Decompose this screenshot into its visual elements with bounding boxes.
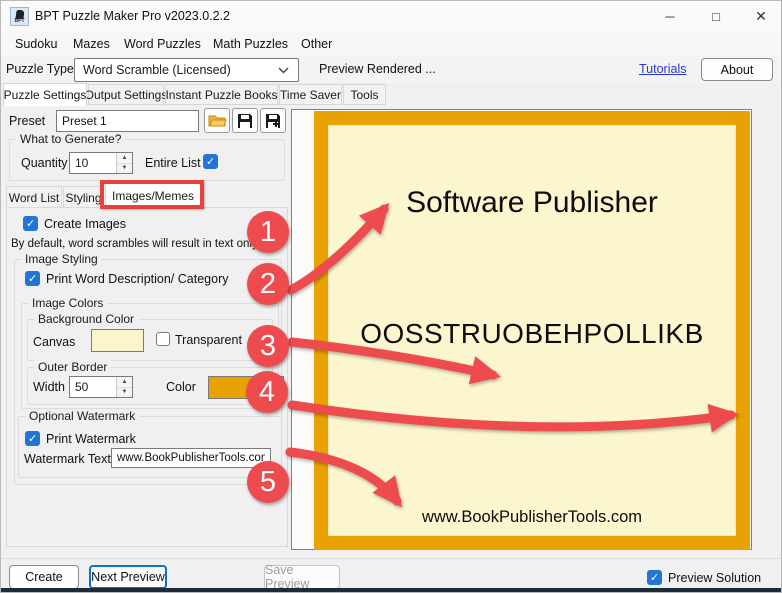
tutorials-link[interactable]: Tutorials: [639, 62, 686, 76]
tab-word-list[interactable]: Word List: [6, 186, 62, 209]
annotation-circle-3: 3: [247, 325, 289, 367]
image-styling-title: Image Styling: [21, 252, 102, 266]
optional-watermark-title: Optional Watermark: [25, 409, 139, 423]
tab-instant-puzzle-books[interactable]: Instant Puzzle Books: [165, 84, 278, 105]
preset-label: Preset: [9, 114, 45, 128]
save-preset-as-button[interactable]: [260, 108, 286, 133]
preview-image: Software Publisher OOSSTRUOBEHPOLLIKB ww…: [314, 111, 750, 550]
preview-description-text: Software Publisher: [329, 186, 735, 220]
canvas-color-swatch[interactable]: [91, 329, 144, 352]
entire-list-checkbox[interactable]: [203, 154, 218, 169]
what-to-generate-title: What to Generate?: [16, 132, 125, 146]
border-width-value: 50: [70, 377, 116, 397]
puzzle-type-value: Word Scramble (Licensed): [83, 63, 231, 77]
app-window: BPT BPT Puzzle Maker Pro v2023.0.2.2 ─ □…: [0, 0, 782, 593]
minimize-icon: ─: [665, 9, 674, 24]
menu-sudoku[interactable]: Sudoku: [11, 35, 61, 53]
preview-panel: Software Publisher OOSSTRUOBEHPOLLIKB ww…: [291, 109, 752, 550]
tab-time-saver[interactable]: Time Saver: [279, 84, 342, 105]
next-preview-button[interactable]: Next Preview: [89, 565, 167, 589]
preset-input[interactable]: [56, 110, 199, 132]
watermark-text-input[interactable]: [111, 448, 271, 468]
outer-border-title: Outer Border: [34, 360, 111, 374]
quantity-stepper[interactable]: 10 ▲▼: [69, 152, 133, 174]
tab-styling[interactable]: Styling: [63, 186, 104, 209]
close-icon: ✕: [755, 8, 767, 25]
tab-puzzle-settings[interactable]: Puzzle Settings: [3, 83, 87, 106]
open-preset-button[interactable]: [204, 108, 230, 133]
save-preset-button[interactable]: [232, 108, 258, 133]
puzzle-type-label: Puzzle Type: [6, 62, 74, 76]
app-logo-icon: BPT: [10, 7, 29, 26]
preview-canvas: Software Publisher OOSSTRUOBEHPOLLIKB ww…: [328, 125, 736, 536]
spin-up-icon[interactable]: ▲: [117, 377, 132, 388]
menu-bar: Sudoku Mazes Word Puzzles Math Puzzles O…: [1, 31, 782, 56]
print-word-description-label: Print Word Description/ Category: [46, 272, 228, 286]
save-icon: [237, 113, 253, 129]
quantity-label: Quantity: [21, 156, 68, 170]
transparent-checkbox[interactable]: [156, 332, 170, 346]
print-word-description-checkbox[interactable]: [25, 271, 40, 286]
image-colors-title: Image Colors: [28, 296, 107, 310]
menu-mazes[interactable]: Mazes: [69, 35, 114, 53]
puzzle-type-select[interactable]: Word Scramble (Licensed): [74, 58, 299, 82]
spin-down-icon[interactable]: ▼: [117, 388, 132, 398]
main-tab-strip: Puzzle Settings Output Settings Instant …: [1, 83, 782, 106]
annotation-circle-5: 5: [247, 461, 289, 503]
create-button[interactable]: Create: [9, 565, 79, 589]
window-bottom-edge: [1, 588, 782, 592]
minimize-button[interactable]: ─: [647, 1, 693, 31]
border-width-stepper[interactable]: 50 ▲▼: [69, 376, 133, 398]
annotation-circle-1: 1: [247, 211, 289, 253]
maximize-icon: □: [712, 9, 720, 24]
transparent-label: Transparent: [175, 333, 242, 347]
title-bar: BPT BPT Puzzle Maker Pro v2023.0.2.2 ─ □…: [1, 1, 782, 31]
footer-bar: Create Next Preview Save Preview Preview…: [1, 558, 782, 590]
spin-up-icon[interactable]: ▲: [117, 153, 132, 164]
spin-down-icon[interactable]: ▼: [117, 164, 132, 174]
border-width-label: Width: [33, 380, 65, 394]
save-as-icon: [265, 113, 281, 129]
menu-word-puzzles[interactable]: Word Puzzles: [120, 35, 205, 53]
images-memes-highlight-rect: [100, 180, 204, 209]
toolbar-row: Puzzle Type Word Scramble (Licensed) Pre…: [1, 56, 782, 83]
border-color-label: Color: [166, 380, 196, 394]
tab-tools[interactable]: Tools: [343, 84, 386, 105]
maximize-button[interactable]: □: [693, 1, 739, 31]
folder-open-icon: [208, 113, 227, 128]
menu-math-puzzles[interactable]: Math Puzzles: [209, 35, 292, 53]
optional-watermark-group: Optional Watermark: [18, 416, 282, 478]
create-images-label: Create Images: [44, 217, 126, 231]
chevron-down-icon: [278, 67, 289, 74]
background-color-title: Background Color: [34, 312, 138, 326]
preview-solution-label: Preview Solution: [668, 571, 761, 585]
print-watermark-label: Print Watermark: [46, 432, 136, 446]
print-watermark-checkbox[interactable]: [25, 431, 40, 446]
annotation-circle-2: 2: [247, 263, 289, 305]
menu-other[interactable]: Other: [297, 35, 336, 53]
create-images-checkbox[interactable]: [23, 216, 38, 231]
entire-list-label: Entire List: [145, 156, 201, 170]
window-title: BPT Puzzle Maker Pro v2023.0.2.2: [35, 9, 230, 23]
watermark-text-label: Watermark Text:: [24, 452, 114, 466]
annotation-circle-4: 4: [246, 371, 288, 413]
tab-output-settings[interactable]: Output Settings: [88, 84, 164, 105]
preview-watermark-text: www.BookPublisherTools.com: [329, 508, 735, 527]
save-preview-button[interactable]: Save Preview: [264, 565, 340, 589]
canvas-label: Canvas: [33, 335, 75, 349]
quantity-value: 10: [70, 153, 116, 173]
preview-solution-checkbox[interactable]: [647, 570, 662, 585]
preview-rendered-status: Preview Rendered ...: [319, 62, 436, 76]
create-images-note: By default, word scrambles will result i…: [11, 238, 258, 250]
preview-scramble-text: OOSSTRUOBEHPOLLIKB: [329, 318, 735, 350]
about-button[interactable]: About: [701, 58, 773, 81]
close-button[interactable]: ✕: [739, 1, 782, 31]
